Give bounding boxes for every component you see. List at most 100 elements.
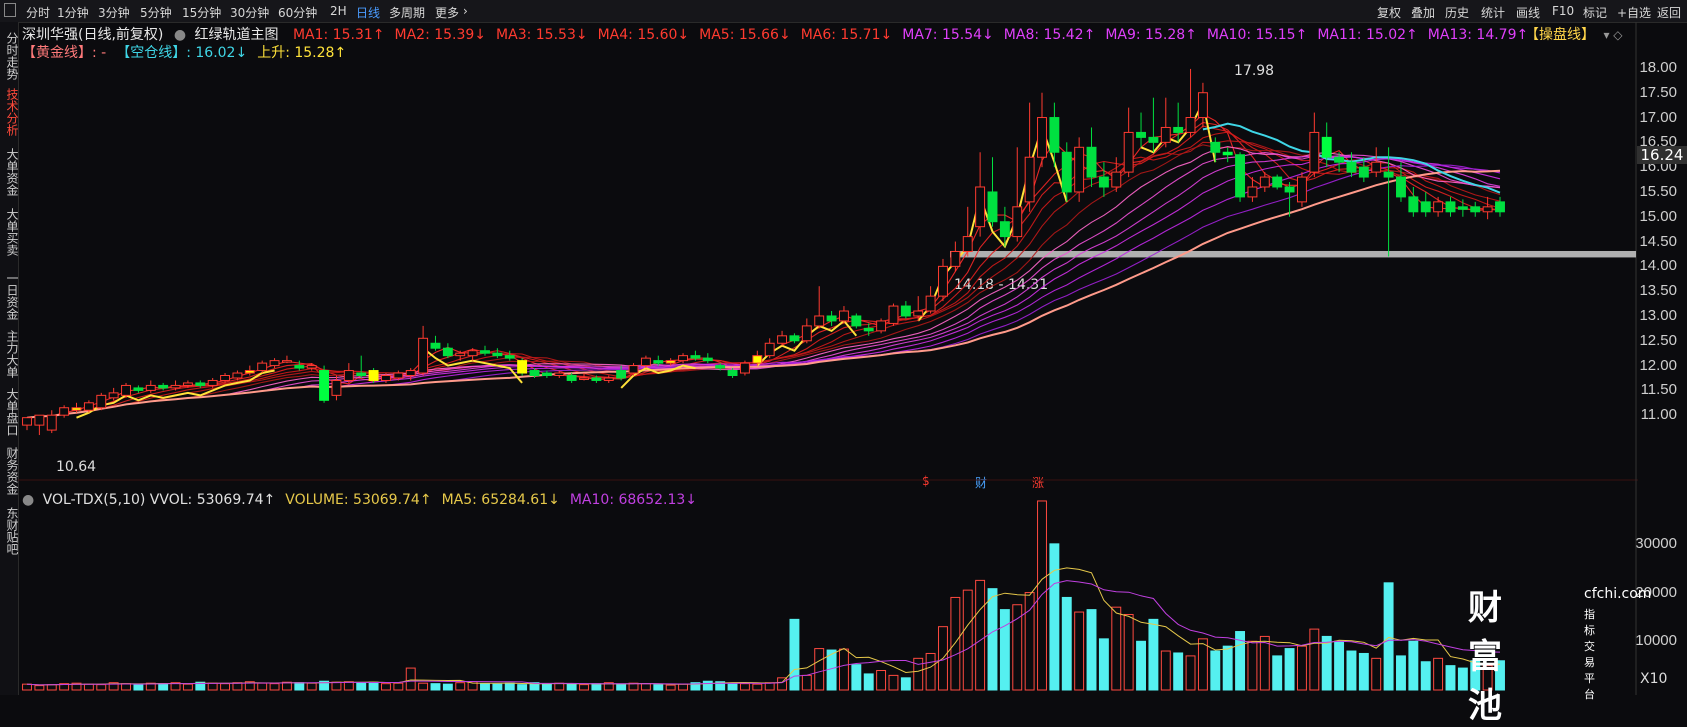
volume-bar xyxy=(579,684,589,691)
sidebar-item-dadan-maimai[interactable]: 大单买卖 xyxy=(0,208,19,256)
candle-body xyxy=(1396,176,1406,198)
candle-body xyxy=(34,414,45,426)
chart-canvas[interactable] xyxy=(18,22,1638,695)
volume-bar xyxy=(1259,635,1270,691)
sidebar-item-dadan-zijin[interactable]: 大单资金 xyxy=(0,148,19,196)
volume-bar xyxy=(665,684,676,691)
candle-body xyxy=(764,342,775,357)
candle-body xyxy=(938,265,948,297)
candle-body xyxy=(678,355,688,362)
volume-bar xyxy=(393,682,404,691)
volume-bar xyxy=(1148,618,1159,691)
volume-bar xyxy=(1321,635,1332,691)
btn-huaxian[interactable]: 画线 xyxy=(1516,4,1540,21)
candle-body xyxy=(1495,201,1505,213)
volume-bar xyxy=(356,682,367,691)
volume-bar xyxy=(975,579,986,691)
volume-bar xyxy=(22,683,32,691)
volume-bar xyxy=(83,683,94,691)
candle-body xyxy=(1222,151,1233,156)
price-tick-label: 12.00 xyxy=(1639,356,1677,374)
volume-bar xyxy=(1185,655,1196,691)
btn-diejia[interactable]: 叠加 xyxy=(1411,4,1435,21)
volume-bar xyxy=(46,684,57,691)
volume-bar xyxy=(455,682,466,691)
candle-body xyxy=(777,335,788,344)
more-chevron-icon[interactable]: › xyxy=(463,4,468,18)
volume-bar xyxy=(294,682,305,691)
chart-icon[interactable] xyxy=(4,3,16,17)
candle-body xyxy=(950,250,961,267)
tab-2h[interactable]: 2H xyxy=(330,4,347,18)
tab-1min[interactable]: 1分钟 xyxy=(57,4,89,21)
sidebar-item-fenshi[interactable]: 分时走势 xyxy=(0,32,19,80)
volume-tick-label: 10000 xyxy=(1635,632,1677,650)
volume-bar xyxy=(405,667,416,691)
candle-body xyxy=(393,372,404,379)
candle-body xyxy=(257,362,268,372)
btn-fanhui[interactable]: 返回 xyxy=(1657,4,1681,21)
price-tick-label: 13.00 xyxy=(1639,306,1677,324)
candle-body xyxy=(319,370,330,401)
tab-more[interactable]: 更多 xyxy=(435,4,459,21)
candle-body xyxy=(1470,206,1481,213)
volume-bar xyxy=(1247,640,1258,691)
volume-bar xyxy=(1457,667,1468,691)
sidebar-item-jishu[interactable]: 技术分析 xyxy=(0,88,19,136)
candle-body xyxy=(1296,176,1307,203)
btn-tongji[interactable]: 统计 xyxy=(1481,4,1505,21)
price-tick-label: 14.00 xyxy=(1639,257,1677,275)
candle-body xyxy=(71,407,82,411)
tab-3min[interactable]: 3分钟 xyxy=(98,4,130,21)
volume-bar xyxy=(1383,582,1394,691)
volume-bar xyxy=(789,618,800,691)
candle-body xyxy=(1086,146,1097,178)
sidebar-item-dadan-pankou[interactable]: 大单盘口 xyxy=(0,388,19,436)
volume-bar xyxy=(480,683,490,691)
btn-zixuan[interactable]: +自选 xyxy=(1617,4,1651,21)
volume-bar xyxy=(381,683,391,691)
candle-body xyxy=(492,352,503,357)
candle-body xyxy=(1024,156,1035,203)
volume-bar xyxy=(269,683,280,691)
tab-60min[interactable]: 60分钟 xyxy=(278,4,317,21)
tab-fenshi[interactable]: 分时 xyxy=(26,4,50,21)
candle-body xyxy=(801,325,812,342)
candle-body xyxy=(1321,136,1332,158)
tab-daily[interactable]: 日线 xyxy=(356,4,380,21)
tab-30min[interactable]: 30分钟 xyxy=(230,4,269,21)
candle-body xyxy=(566,375,577,381)
period-toolbar: 分时 1分钟 3分钟 5分钟 15分钟 30分钟 60分钟 2H 日线 多周期 … xyxy=(0,0,1687,23)
volume-bar xyxy=(950,596,961,691)
volume-bar xyxy=(566,683,577,691)
sidebar-item-caiwu-zijin[interactable]: 财务资金 xyxy=(0,447,19,495)
tab-15min[interactable]: 15分钟 xyxy=(182,4,221,21)
support-band xyxy=(950,250,1636,258)
volume-bar xyxy=(517,684,528,691)
btn-biaoji[interactable]: 标记 xyxy=(1583,4,1607,21)
volume-bar xyxy=(640,683,651,691)
volume-tick-label: 30000 xyxy=(1635,534,1677,552)
btn-f10[interactable]: F10 xyxy=(1552,4,1574,18)
candle-body xyxy=(1445,201,1456,213)
ma-line-10 xyxy=(26,155,1501,419)
volume-bar xyxy=(220,683,231,691)
tab-5min[interactable]: 5分钟 xyxy=(140,4,172,21)
sidebar-item-yiri-zijin[interactable]: 一日资金 xyxy=(0,272,19,320)
btn-fuquan[interactable]: 复权 xyxy=(1377,4,1401,21)
candle-body xyxy=(121,384,131,396)
sidebar-item-tieba[interactable]: 东财贴吧 xyxy=(0,507,19,555)
candle-body xyxy=(1346,161,1357,173)
candle-body xyxy=(22,417,32,426)
candle-body xyxy=(381,375,391,381)
volume-bar xyxy=(616,683,627,691)
volume-bar xyxy=(1396,655,1406,691)
volume-bar xyxy=(739,683,750,691)
tab-multi-period[interactable]: 多周期 xyxy=(389,4,425,21)
sidebar-item-zhuli-dadan[interactable]: 主力大单 xyxy=(0,330,19,378)
candle-body xyxy=(541,372,552,377)
btn-lishi[interactable]: 历史 xyxy=(1445,4,1469,21)
candle-body xyxy=(579,377,589,380)
volume-bar xyxy=(1049,543,1060,691)
volume-bar xyxy=(702,680,713,691)
